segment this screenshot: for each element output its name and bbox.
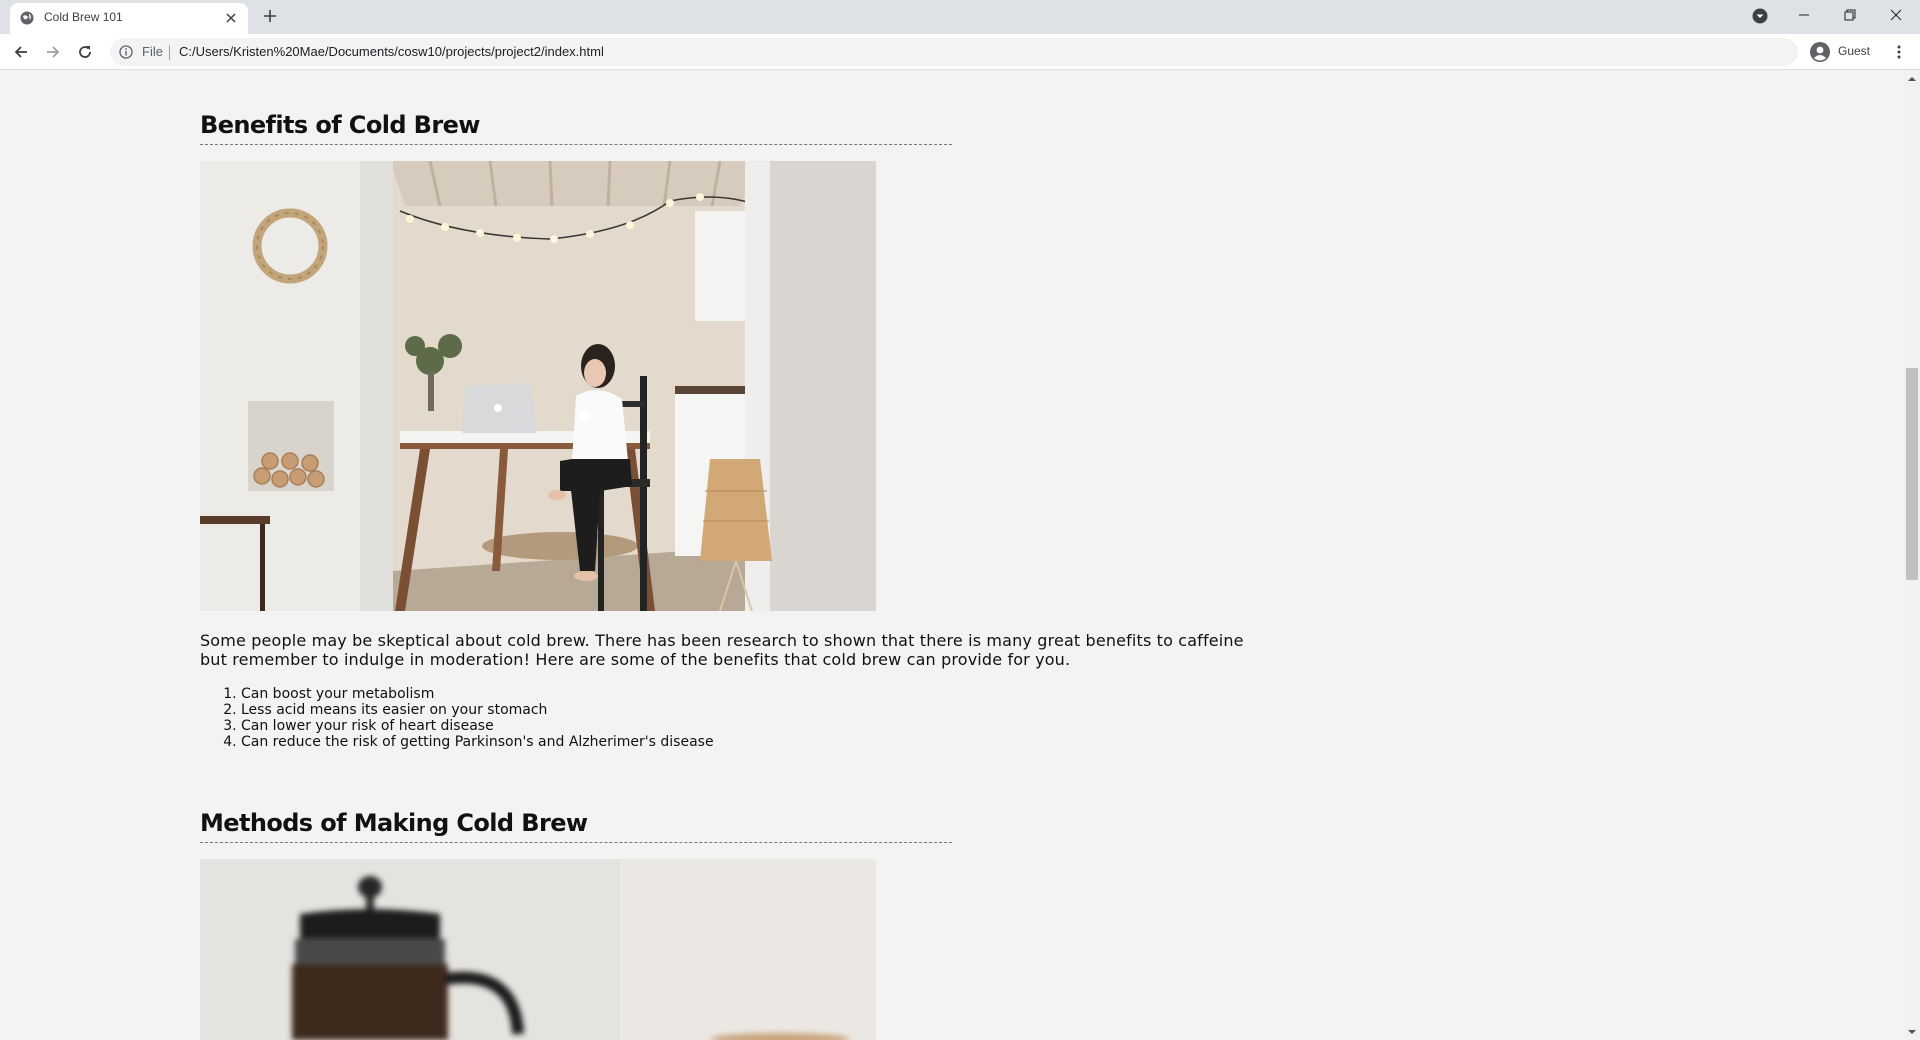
scrollbar-thumb[interactable] [1906, 368, 1918, 580]
tab-title: Cold Brew 101 [44, 10, 123, 24]
list-item: Can boost your metabolism [241, 686, 900, 702]
scroll-down-icon[interactable] [1908, 1028, 1916, 1036]
benefits-heading: Benefits of Cold Brew [200, 111, 480, 139]
tab-strip: Cold Brew 101 [0, 0, 1920, 34]
benefits-list: Can boost your metabolism Less acid mean… [200, 686, 900, 750]
globe-icon [20, 11, 34, 25]
scroll-up-icon[interactable] [1908, 75, 1916, 83]
kitchen-photo [200, 161, 876, 611]
benefits-paragraph: Some people may be skeptical about cold … [200, 631, 1244, 669]
restore-icon[interactable] [1827, 0, 1873, 30]
reload-icon[interactable] [74, 41, 96, 63]
methods-heading: Methods of Making Cold Brew [200, 809, 588, 837]
minimize-icon[interactable] [1781, 0, 1827, 30]
profile-label: Guest [1838, 44, 1871, 58]
vertical-scrollbar[interactable] [1904, 71, 1920, 1040]
list-item: Can reduce the risk of getting Parkinson… [241, 734, 900, 750]
browser-toolbar: File C:/Users/Kristen%20Mae/Documents/co… [0, 34, 1920, 70]
french-press-photo [200, 859, 876, 1040]
profile-button[interactable]: Guest [1806, 38, 1878, 66]
list-item: Can lower your risk of heart disease [241, 718, 900, 734]
avatar-icon [1810, 42, 1830, 62]
more-menu-icon[interactable] [1888, 41, 1910, 63]
heading-divider [200, 842, 952, 843]
close-tab-icon[interactable] [222, 9, 240, 27]
list-item: Less acid means its easier on your stoma… [241, 702, 900, 718]
tab-search-icon[interactable] [1752, 8, 1768, 24]
address-divider [169, 45, 170, 60]
new-tab-icon[interactable] [261, 7, 279, 25]
browser-tab[interactable]: Cold Brew 101 [10, 3, 248, 34]
url-text[interactable]: C:/Users/Kristen%20Mae/Documents/cosw10/… [179, 44, 604, 59]
methods-section: Methods of Making Cold Brew [200, 808, 952, 843]
back-icon[interactable] [10, 41, 32, 63]
forward-icon[interactable] [42, 41, 64, 63]
address-scheme: File [142, 44, 163, 59]
info-icon[interactable] [119, 45, 133, 59]
close-window-icon[interactable] [1873, 0, 1919, 30]
heading-divider [200, 144, 952, 145]
benefits-section: Benefits of Cold Brew [200, 110, 952, 145]
address-bar[interactable]: File C:/Users/Kristen%20Mae/Documents/co… [110, 38, 1798, 66]
page-viewport: Benefits of Cold Brew Some people may be… [0, 71, 1904, 1040]
